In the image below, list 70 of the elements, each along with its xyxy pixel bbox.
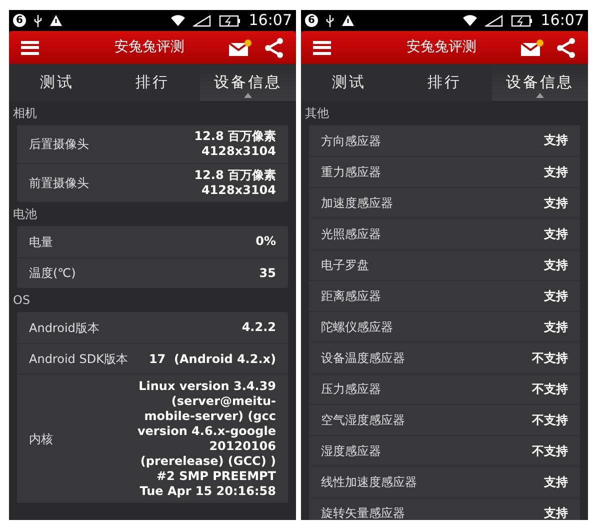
app-title: 安兔兔评测 [114,38,186,57]
mail-icon[interactable] [228,38,252,56]
row-label: 湿度感应器 [321,443,381,460]
row-value: 17 (Android 4.2.x) [148,352,276,366]
section-title: 相机 [12,105,38,122]
tab[interactable]: 测试 [301,64,397,101]
row-label: 内核 [29,431,53,448]
row-label: 设备温度感应器 [321,350,405,367]
row-value: 支持 [544,164,568,180]
clock: 16:07 [540,13,584,28]
row-label: 后置摄像头 [29,136,89,153]
row-value: 支持 [544,320,568,334]
row-value: 支持 [544,196,568,210]
row-label: 陀螺仪感应器 [321,319,393,336]
wifi-icon [170,15,185,26]
section-title: 电池 [12,206,38,223]
row-value: 12.8 百万像素 4128x3104 [194,129,276,159]
battery-icon [218,14,241,26]
notification-count: 6 [13,14,26,27]
row-label: 温度(℃) [29,265,76,282]
row-label: Android版本 [29,320,100,336]
section-title: 其他 [304,105,330,122]
tab[interactable]: 测试 [9,64,105,101]
section-title: OS [12,292,32,309]
warning-icon [50,15,62,26]
row-value: 0% [256,234,276,249]
wifi-icon [462,15,477,26]
row-value: 支持 [544,133,568,148]
notification-count: 6 [305,14,318,27]
clock: 16:07 [248,13,292,28]
row-label: Android SDK版本 [29,351,128,368]
row-label: 空气湿度感应器 [321,412,405,429]
menu-icon[interactable] [21,40,39,54]
row-value: 不支持 [532,444,568,458]
usb-icon [34,14,42,26]
signal-icon [484,14,503,26]
warning-icon [342,15,354,26]
row-label: 前置摄像头 [29,175,89,192]
row-label: 线性加速度感应器 [321,474,417,491]
row-value: 35 [259,266,276,280]
row-value: 12.8 百万像素 4128x3104 [194,168,276,198]
row-label: 旋转矢量感应器 [321,505,405,520]
app-title: 安兔兔评测 [406,38,478,57]
row-value: 4.2.2 [242,320,276,335]
row-value: Linux version 3.4.39 (server@meitu- mobile-server) (gcc version 4.6.x-google 20120106 (prerelease) (GCC) ) #2 SMP PREEMPT Tue Apr 15 20:16:58 [137,379,276,499]
row-value: 支持 [544,226,568,242]
mail-icon[interactable] [520,38,544,56]
menu-icon[interactable] [313,40,331,54]
row-value: 不支持 [532,412,568,428]
share-icon[interactable] [264,38,284,58]
signal-icon [192,14,211,26]
tab[interactable]: 排行 [396,64,492,101]
row-value: 支持 [544,288,568,304]
row-label: 方向感应器 [321,132,381,150]
row-label: 电量 [29,234,53,250]
row-label: 重力感应器 [321,164,381,181]
usb-icon [326,14,334,26]
row-label: 加速度感应器 [321,195,393,212]
row-value: 不支持 [532,382,568,396]
row-value: 支持 [544,258,568,272]
row-value: 支持 [544,506,568,520]
row-label: 光照感应器 [321,226,381,243]
row-label: 压力感应器 [321,381,381,398]
share-icon[interactable] [556,38,576,58]
row-label: 距离感应器 [321,288,381,305]
row-value: 不支持 [532,350,568,366]
tab[interactable]: 排行 [104,64,200,101]
row-label: 电子罗盘 [321,257,369,274]
row-value: 支持 [544,474,568,490]
battery-icon [510,14,533,26]
